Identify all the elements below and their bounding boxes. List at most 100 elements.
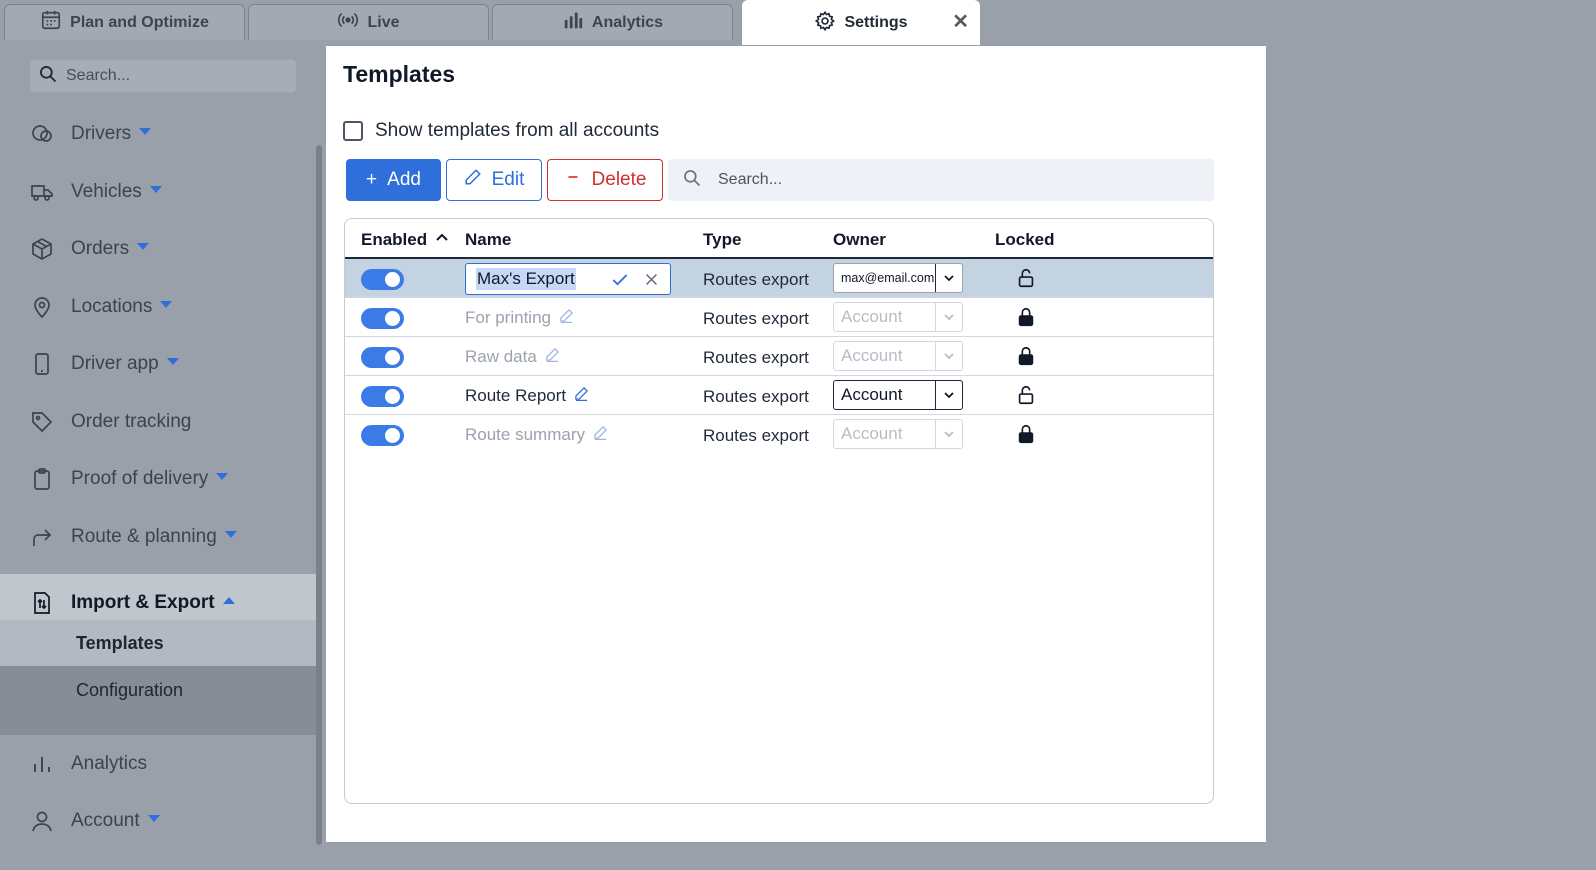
chevron-down-icon[interactable] <box>935 264 962 292</box>
owner-select[interactable]: Account <box>833 380 963 410</box>
sidebar-item-order-tracking[interactable]: Order tracking <box>0 402 322 442</box>
chevron-down-icon <box>166 358 179 366</box>
owner-select[interactable]: max@email.com <box>833 263 963 293</box>
chevron-up-icon <box>222 597 235 605</box>
owner-select[interactable]: Account <box>833 302 963 332</box>
add-button-label: Add <box>387 169 421 190</box>
chevron-down-icon[interactable] <box>935 381 962 409</box>
sidebar-item-label: Proof of delivery <box>71 468 209 489</box>
sort-ascending-icon[interactable] <box>435 230 449 244</box>
name-cell: For printing <box>465 308 574 328</box>
sidebar-item-account[interactable]: Account <box>0 801 322 841</box>
lock-icon[interactable] <box>1015 345 1037 367</box>
chevron-down-icon[interactable] <box>935 303 962 331</box>
owner-value: Account <box>841 346 903 365</box>
name-value: Route summary <box>465 425 585 444</box>
sidebar-subitem-templates[interactable]: Templates <box>0 620 322 666</box>
pencil-icon <box>464 168 482 192</box>
chevron-down-icon <box>137 243 150 251</box>
search-placeholder: Search... <box>718 171 783 188</box>
sidebar-item-route-planning[interactable]: Route & planning <box>0 517 322 557</box>
calendar-icon <box>40 9 62 36</box>
close-icon[interactable] <box>643 271 660 288</box>
chevron-down-icon <box>147 815 160 823</box>
chevron-down-icon <box>149 186 162 194</box>
close-icon[interactable]: ✕ <box>952 12 969 32</box>
column-type[interactable]: Type <box>703 230 741 250</box>
pencil-icon[interactable] <box>545 347 560 367</box>
enabled-toggle[interactable] <box>361 347 404 368</box>
column-locked[interactable]: Locked <box>995 230 1055 250</box>
edit-button[interactable]: Edit <box>446 159 542 201</box>
phone-icon <box>30 352 54 376</box>
sidebar-item-driver-app[interactable]: Driver app <box>0 344 322 384</box>
column-name[interactable]: Name <box>465 230 511 250</box>
sidebar-item-drivers[interactable]: Drivers <box>0 114 322 154</box>
owner-value: max@email.com <box>841 271 935 285</box>
broadcast-icon <box>337 9 359 36</box>
package-icon <box>30 237 54 261</box>
owner-select[interactable]: Account <box>833 341 963 371</box>
column-owner[interactable]: Owner <box>833 230 886 250</box>
route-arrow-icon <box>30 525 54 549</box>
pencil-icon[interactable] <box>574 386 589 406</box>
tab-live[interactable]: Live <box>248 4 489 40</box>
search-placeholder: Search... <box>66 67 131 84</box>
chevron-down-icon <box>216 473 229 481</box>
unlock-icon[interactable] <box>1015 267 1037 289</box>
chevron-down-icon[interactable] <box>935 342 962 370</box>
enabled-toggle[interactable] <box>361 308 404 329</box>
lock-icon[interactable] <box>1015 423 1037 445</box>
tab-plan-and-optimize[interactable]: Plan and Optimize <box>4 4 245 40</box>
name-edit-value: Max's Export <box>476 268 576 290</box>
tab-settings[interactable]: Settings ✕ <box>742 0 980 45</box>
sidebar-item-label: Vehicles <box>71 181 142 202</box>
tab-label: Plan and Optimize <box>70 13 209 31</box>
show-all-accounts-label: Show templates from all accounts <box>375 120 660 141</box>
sidebar-item-vehicles[interactable]: Vehicles <box>0 172 322 212</box>
sidebar-item-proof-of-delivery[interactable]: Proof of delivery <box>0 459 322 499</box>
table-row[interactable]: Max's Export Routes export max@email.com <box>345 259 1213 298</box>
lock-icon[interactable] <box>1015 306 1037 328</box>
tab-label: Settings <box>844 14 908 31</box>
chevron-down-icon <box>139 128 152 136</box>
name-cell: Route Report <box>465 386 589 406</box>
add-button[interactable]: + Add <box>346 159 441 201</box>
search-icon <box>682 168 702 193</box>
unlock-icon[interactable] <box>1015 384 1037 406</box>
table-row[interactable]: Route summary Routes export Account <box>345 415 1213 454</box>
type-cell: Routes export <box>703 270 809 289</box>
check-icon[interactable] <box>610 270 630 290</box>
truck-icon <box>30 180 54 204</box>
pencil-icon[interactable] <box>593 425 608 445</box>
chevron-down-icon[interactable] <box>935 420 962 448</box>
sidebar-item-analytics[interactable]: Analytics <box>0 744 322 784</box>
column-enabled[interactable]: Enabled <box>361 230 427 250</box>
bar-chart-icon <box>562 9 584 36</box>
enabled-toggle[interactable] <box>361 386 404 407</box>
name-edit-input[interactable]: Max's Export <box>465 263 671 295</box>
enabled-toggle[interactable] <box>361 269 404 290</box>
show-all-accounts-checkbox[interactable] <box>343 121 363 141</box>
pencil-icon[interactable] <box>559 308 574 328</box>
name-cell: Route summary <box>465 425 608 445</box>
sidebar-subitem-configuration[interactable]: Configuration <box>0 667 322 713</box>
tab-analytics[interactable]: Analytics <box>492 4 733 40</box>
enabled-toggle[interactable] <box>361 425 404 446</box>
sidebar-subitem-label: Configuration <box>76 679 184 700</box>
sidebar-item-label: Orders <box>71 238 130 259</box>
sidebar-item-orders[interactable]: Orders <box>0 229 322 269</box>
sidebar-item-locations[interactable]: Locations <box>0 287 322 327</box>
owner-select[interactable]: Account <box>833 419 963 449</box>
table-row[interactable]: Route Report Routes export Account <box>345 376 1213 415</box>
table-row[interactable]: For printing Routes export Account <box>345 298 1213 337</box>
page-title: Templates <box>343 61 456 87</box>
templates-search-input[interactable]: Search... <box>668 159 1214 201</box>
table-row[interactable]: Raw data Routes export Account <box>345 337 1213 376</box>
sidebar-scrollbar[interactable] <box>316 145 322 845</box>
sidebar: Search... Drivers Vehicles Orders Locati… <box>0 40 322 870</box>
plus-icon: + <box>366 169 378 190</box>
show-all-accounts-row: Show templates from all accounts <box>343 120 659 142</box>
delete-button[interactable]: Delete <box>547 159 663 201</box>
sidebar-search-input[interactable]: Search... <box>30 60 296 92</box>
